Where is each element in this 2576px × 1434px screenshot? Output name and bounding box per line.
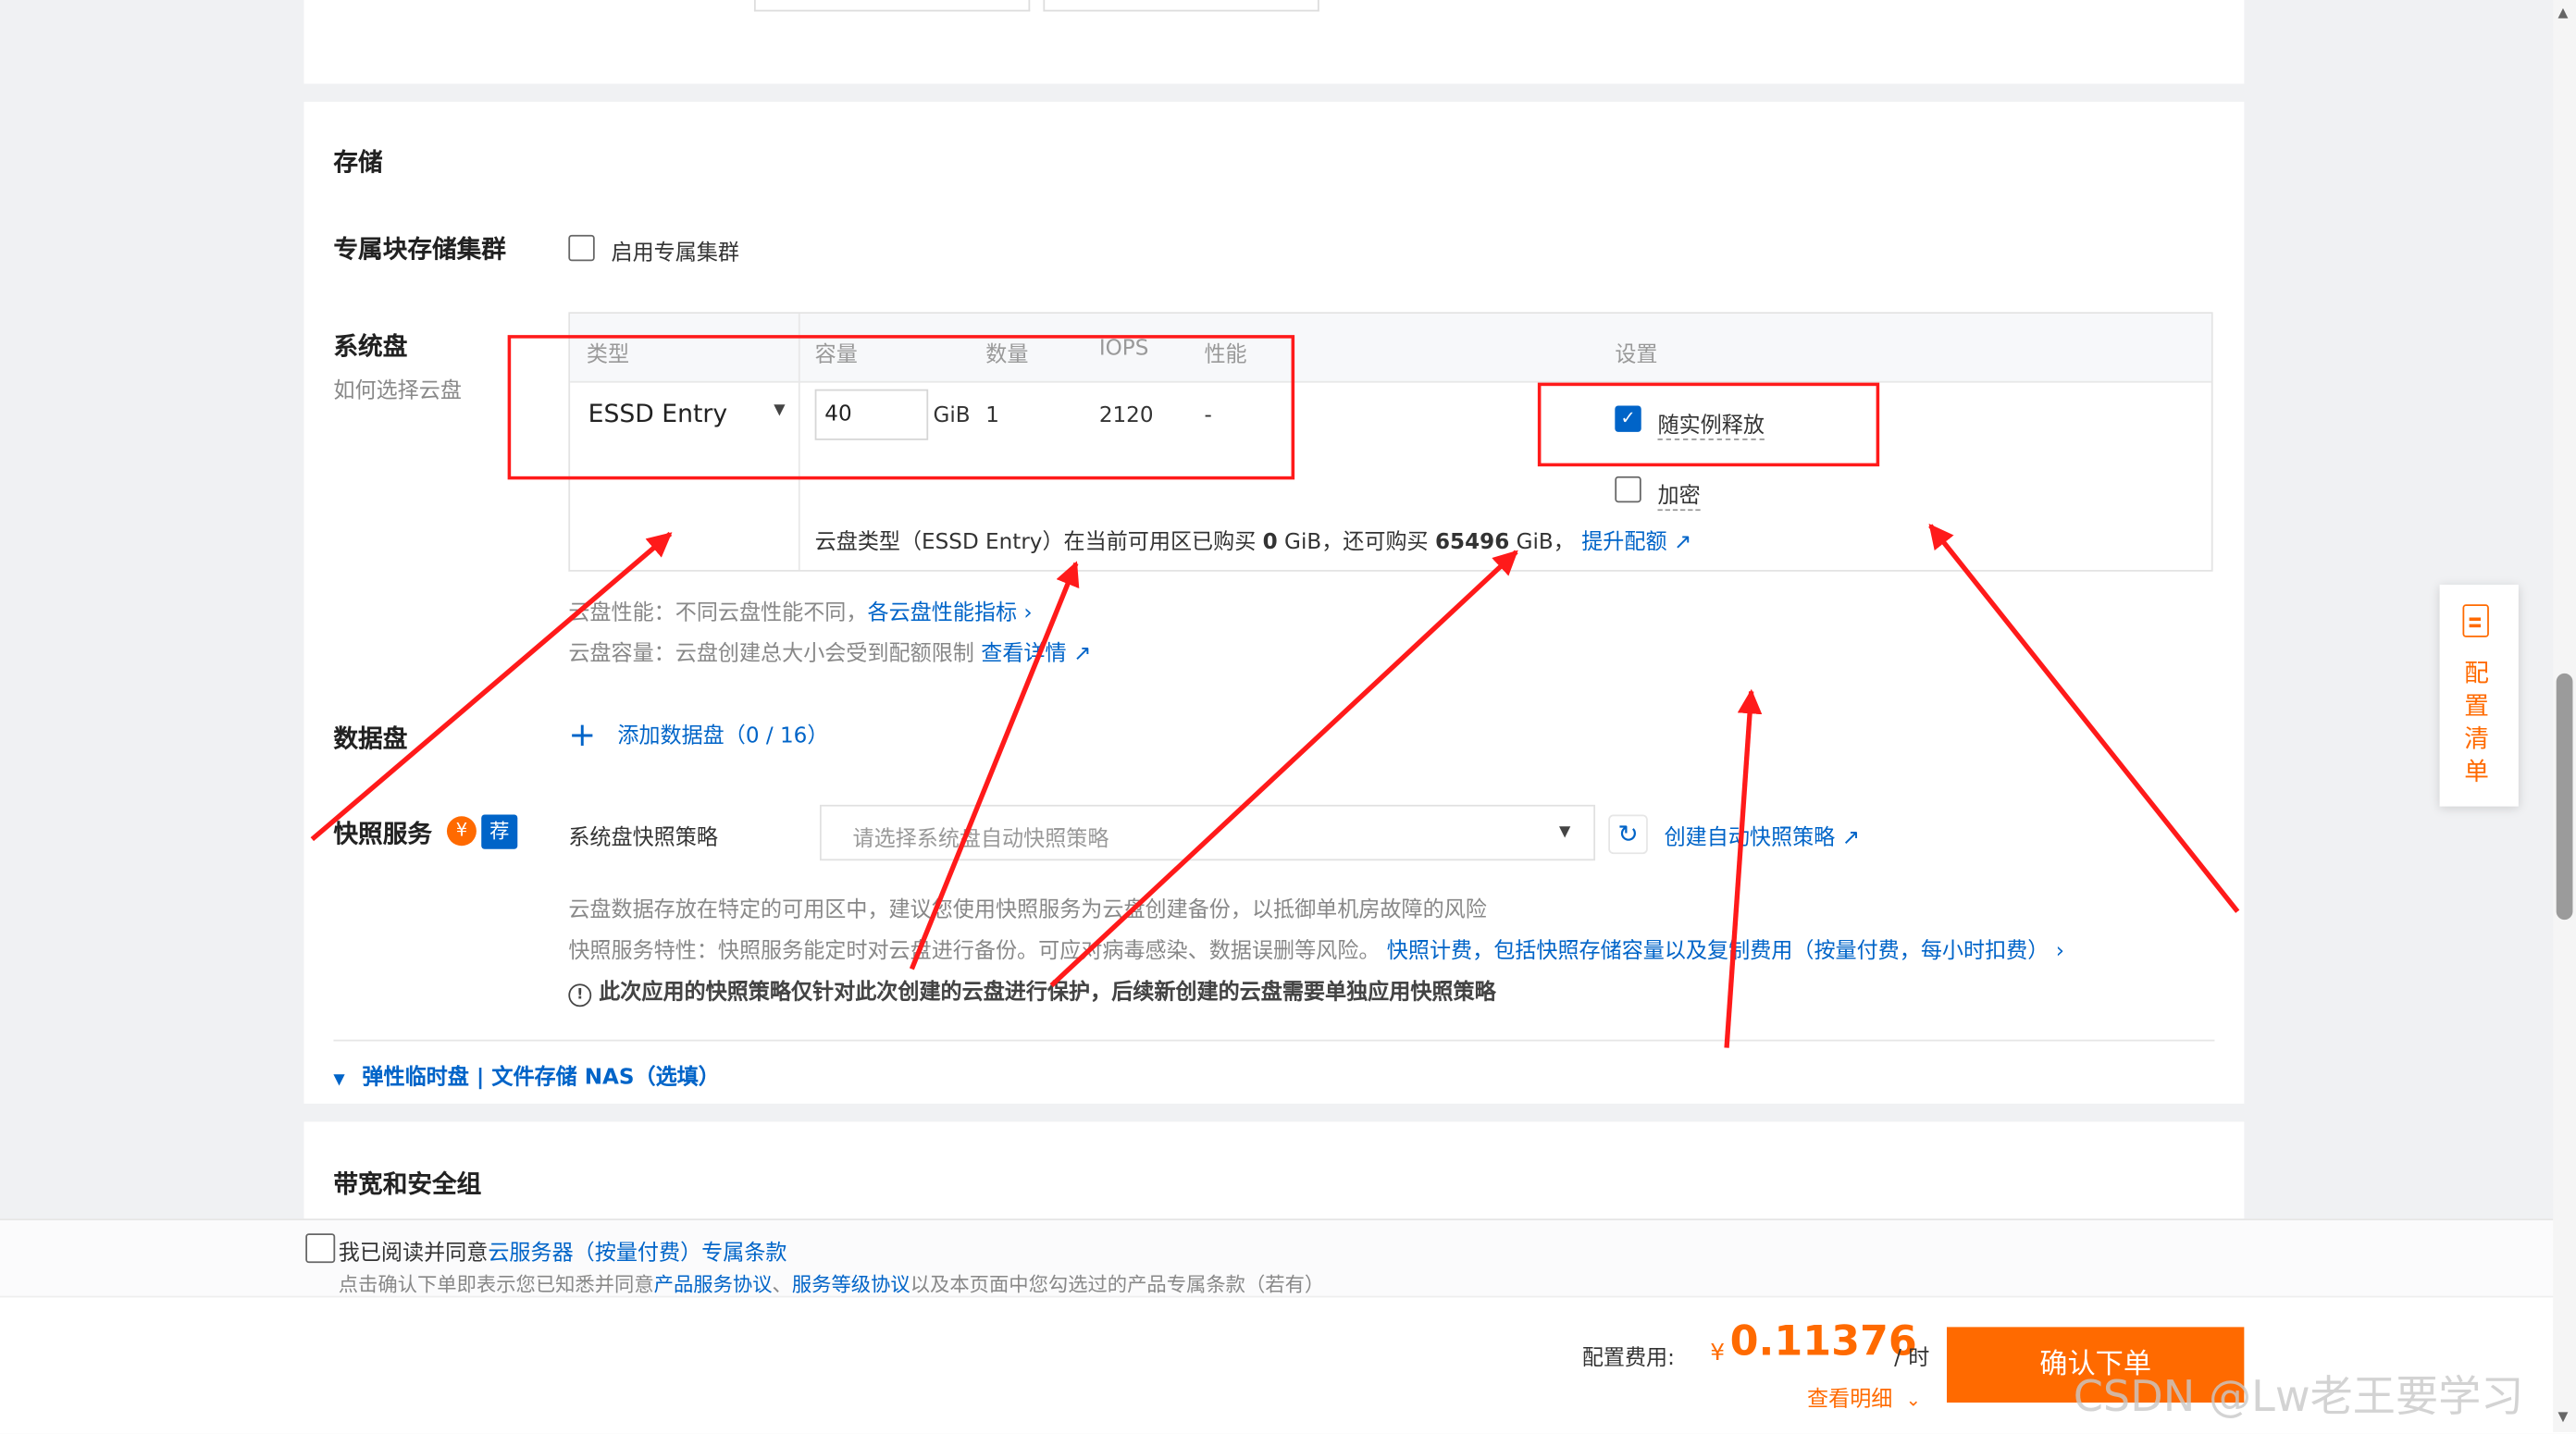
annotation-arrow: [310, 531, 673, 842]
annotation-arrow: [1928, 523, 2240, 913]
annotation-arrow: [909, 561, 1080, 970]
annotation-arrows: [310, 523, 2240, 1048]
annotation-arrow: [1724, 688, 1763, 1048]
annotation-arrow: [1049, 550, 1518, 988]
